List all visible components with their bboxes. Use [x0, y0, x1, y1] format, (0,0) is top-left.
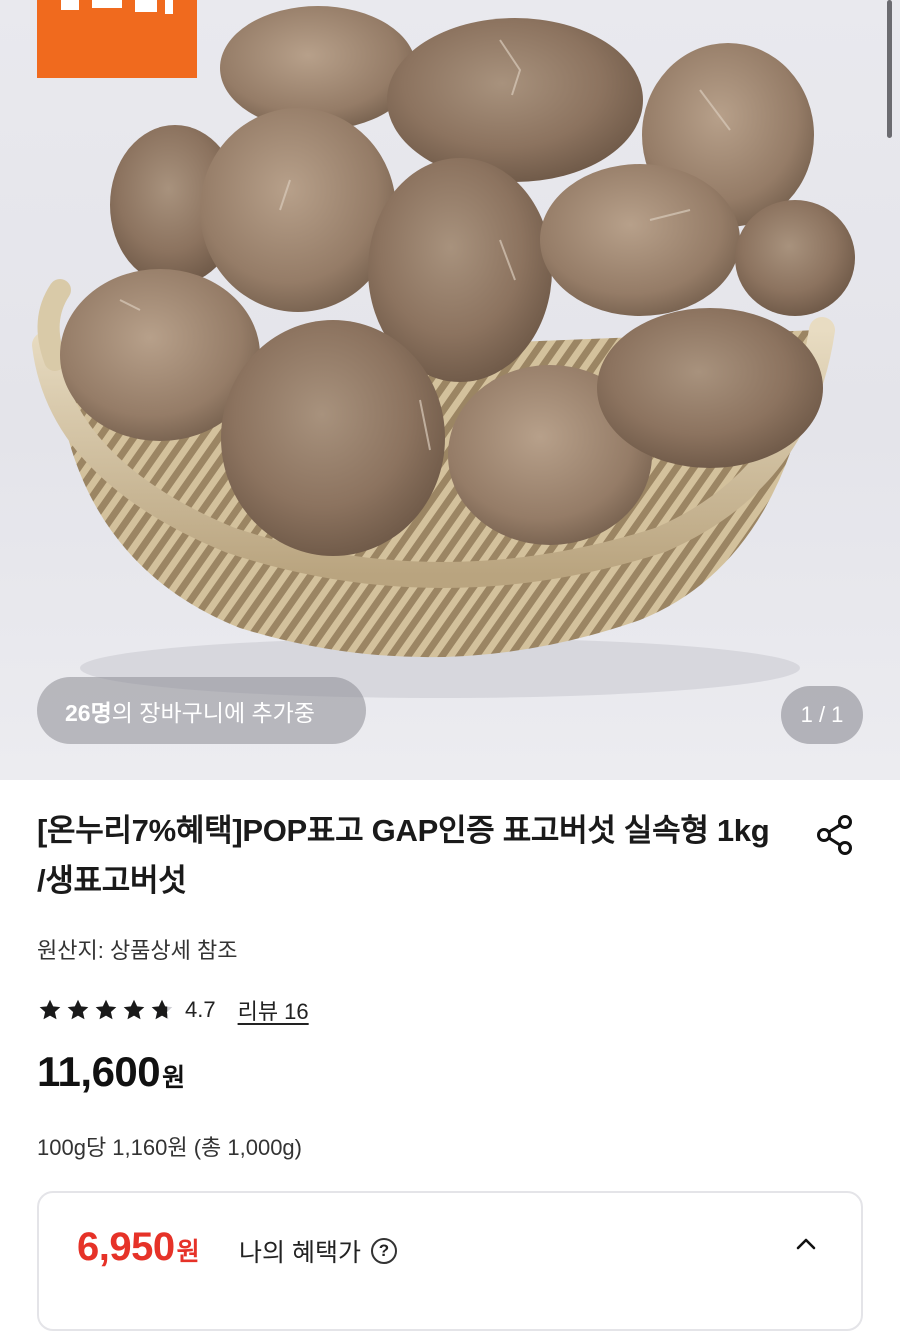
- star-icon: [39, 999, 61, 1020]
- chevron-up-icon[interactable]: [795, 1237, 817, 1251]
- star-icon: [151, 999, 173, 1020]
- price-value: 11,600: [37, 1048, 161, 1095]
- benefit-price-panel[interactable]: 6,950 원 나의 혜택가 ?: [37, 1191, 863, 1331]
- star-icon: [95, 999, 117, 1020]
- star-icon: [67, 999, 89, 1020]
- scrollbar[interactable]: [887, 0, 892, 138]
- product-image-carousel[interactable]: 26명 의 장바구니에 추가중 1 / 1: [0, 0, 900, 780]
- benefit-label: 나의 혜택가 ?: [239, 1233, 397, 1269]
- benefit-price-unit: 원: [176, 1238, 200, 1266]
- star-icon: [123, 999, 145, 1020]
- help-icon[interactable]: ?: [370, 1238, 397, 1264]
- cart-count: 26명: [65, 699, 112, 726]
- cart-activity-badge: 26명 의 장바구니에 추가중: [37, 677, 366, 744]
- product-price: 11,600 원: [37, 1048, 185, 1096]
- rating-row: 4.7 리뷰 16: [37, 994, 309, 1026]
- image-page-indicator: 1 / 1: [781, 686, 863, 744]
- brand-logo: [37, 0, 197, 78]
- benefit-label-text: 나의 혜택가: [239, 1239, 361, 1267]
- price-unit: 원: [162, 1064, 186, 1092]
- unit-price: 100g당 1,160원 (총 1,000g): [37, 1135, 302, 1160]
- share-button[interactable]: [813, 812, 859, 858]
- rating-value: 4.7: [185, 997, 216, 1022]
- product-title: [온누리7%혜택]POP표고 GAP인증 표고버섯 실속형 1kg /생표고버섯: [37, 813, 770, 898]
- origin-info: 원산지: 상품상세 참조: [37, 938, 238, 963]
- star-rating: [37, 997, 175, 1023]
- benefit-price: 6,950 원: [77, 1225, 200, 1270]
- review-link[interactable]: 리뷰 16: [238, 994, 309, 1026]
- share-icon: [817, 815, 852, 855]
- cart-text: 의 장바구니에 추가중: [111, 699, 315, 726]
- product-photo: [32, 6, 855, 698]
- benefit-price-value: 6,950: [77, 1225, 175, 1269]
